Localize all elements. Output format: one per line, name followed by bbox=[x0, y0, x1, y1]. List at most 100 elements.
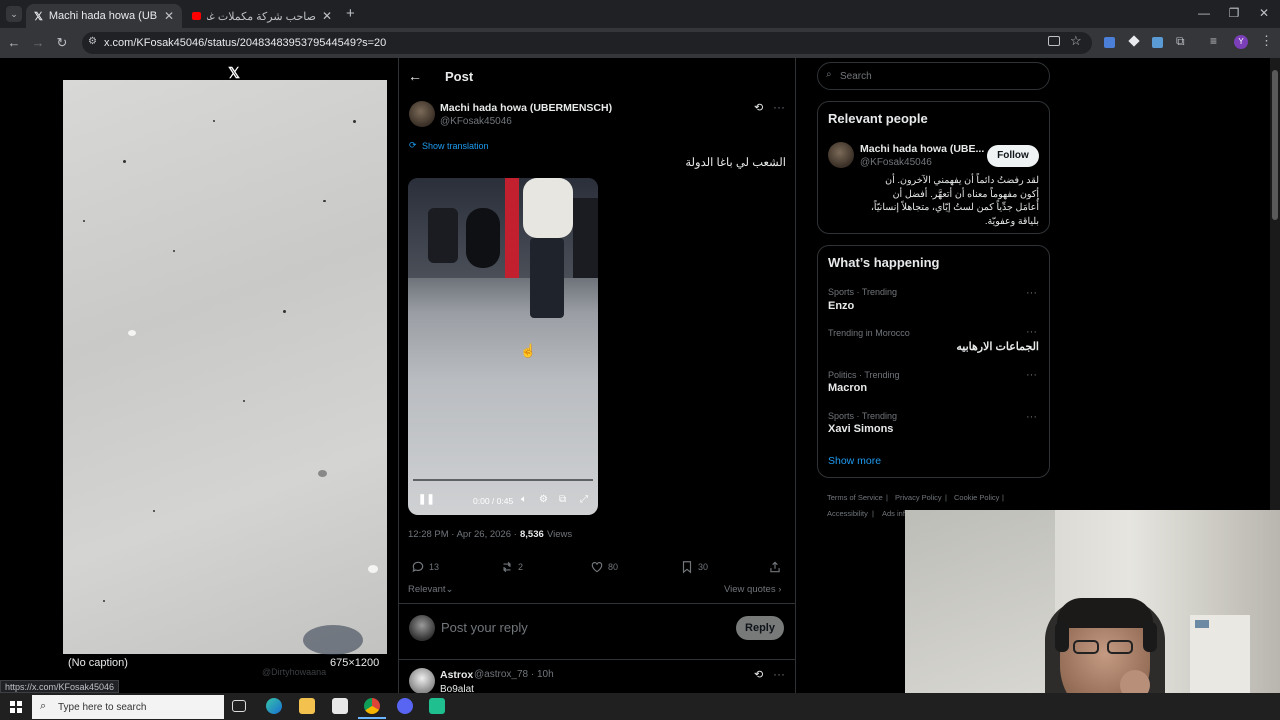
repost-action[interactable]: 2 bbox=[500, 560, 523, 574]
back-arrow-icon[interactable]: ← bbox=[408, 68, 422, 84]
footer-link[interactable]: Accessibility bbox=[827, 509, 868, 518]
tab-close-icon[interactable]: ✕ bbox=[164, 9, 174, 23]
status-bar-url: https://x.com/KFosak45046 bbox=[0, 680, 120, 693]
reply-icon bbox=[412, 561, 424, 573]
author-handle[interactable]: @KFosak45046 bbox=[440, 116, 512, 127]
author-avatar[interactable] bbox=[409, 101, 435, 127]
profile-avatar-icon[interactable]: Y bbox=[1234, 35, 1248, 49]
heart-icon bbox=[591, 562, 603, 573]
browser-menu-icon[interactable]: ⋮ bbox=[1260, 33, 1273, 49]
store-icon[interactable] bbox=[332, 698, 348, 714]
show-more-link[interactable]: Show more bbox=[828, 455, 881, 467]
reading-list-icon[interactable]: ≡ bbox=[1210, 34, 1217, 48]
cursor-hand-icon: ☝ bbox=[520, 343, 537, 358]
trend-meta: Politics · Trending bbox=[828, 370, 900, 380]
post-timestamp[interactable]: 12:28 PM · Apr 26, 2026 · bbox=[408, 529, 517, 540]
relevant-person-handle[interactable]: @KFosak45046 bbox=[860, 157, 932, 168]
footer-link[interactable]: Privacy Policy bbox=[895, 493, 942, 502]
bookmark-star-icon[interactable]: ☆ bbox=[1070, 33, 1082, 49]
bio-line: أكون مفهوماً معناه أن أتعهَّر. أفضل أن bbox=[892, 188, 1039, 200]
video-player[interactable]: ❚❚ 0:00 / 0:45 🔈︎ ⚙ ⧉ ⤢ bbox=[408, 178, 598, 515]
tab-youtube[interactable]: صاحب شركة مكملات غذائية يواج ✕ bbox=[184, 4, 340, 28]
extension-blue-icon[interactable] bbox=[1152, 37, 1163, 48]
bookmark-action[interactable]: 30 bbox=[680, 560, 708, 574]
pause-icon[interactable]: ❚❚ bbox=[418, 494, 435, 505]
footer-divider: | bbox=[886, 493, 888, 502]
follow-button[interactable]: Follow bbox=[987, 145, 1039, 167]
taskbar-search-input[interactable]: ⌕ Type here to search bbox=[32, 695, 224, 719]
extensions-puzzle-icon[interactable]: ⧉ bbox=[1176, 34, 1185, 49]
trend-name: الجماعات الارهابيه bbox=[956, 341, 1039, 353]
settings-gear-icon[interactable]: ⚙ bbox=[539, 494, 548, 505]
new-tab-button[interactable]: + bbox=[346, 5, 355, 22]
translate-extension-icon[interactable] bbox=[1104, 37, 1115, 48]
reply-input[interactable]: Post your reply bbox=[441, 620, 528, 635]
sort-replies-dropdown[interactable]: Relevant⌄ bbox=[408, 584, 453, 595]
bio-line: أُعامَل جدِّياً كمن لستُ إيّاي، متجاهلاً… bbox=[870, 202, 1039, 213]
author-name[interactable]: Machi hada howa (UBERMENSCH) bbox=[440, 102, 612, 114]
tab-title: Machi hada howa (UBERMENSC bbox=[48, 10, 158, 22]
tab-x-post[interactable]: 𝕏 Machi hada howa (UBERMENSC ✕ bbox=[26, 4, 182, 28]
view-quotes-label: View quotes bbox=[724, 584, 776, 595]
footer-link[interactable]: Terms of Service bbox=[827, 493, 883, 502]
reply-action[interactable]: 13 bbox=[411, 560, 439, 574]
more-options-icon[interactable]: ··· bbox=[773, 100, 785, 114]
forward-icon[interactable]: → bbox=[28, 33, 48, 53]
trend-more-icon[interactable]: ··· bbox=[1026, 411, 1037, 423]
media-image[interactable] bbox=[63, 80, 387, 655]
tab-close-icon[interactable]: ✕ bbox=[322, 9, 332, 23]
file-explorer-icon[interactable] bbox=[299, 698, 315, 714]
show-translation-link[interactable]: Show translation bbox=[422, 141, 489, 151]
reload-icon[interactable]: ↻ bbox=[52, 33, 72, 53]
trend-more-icon[interactable]: ··· bbox=[1026, 287, 1037, 299]
footer-link[interactable]: Cookie Policy bbox=[954, 493, 999, 502]
picture-in-picture-icon[interactable]: ⧉ bbox=[559, 494, 566, 505]
reply-more-options-icon[interactable]: ··· bbox=[773, 667, 785, 681]
task-view-icon[interactable] bbox=[232, 700, 246, 712]
trend-item[interactable]: Trending in Morocco الجماعات الارهابيه ·… bbox=[818, 325, 1049, 365]
share-action[interactable] bbox=[768, 560, 782, 574]
site-info-icon[interactable]: ⚙ bbox=[88, 36, 97, 47]
fullscreen-icon[interactable]: ⤢ bbox=[580, 494, 588, 505]
trend-more-icon[interactable]: ··· bbox=[1026, 326, 1037, 338]
bookmark-count: 30 bbox=[698, 562, 709, 572]
tab-search-button[interactable]: ⌄ bbox=[6, 6, 22, 22]
trend-item[interactable]: Sports · Trending Enzo ··· bbox=[818, 283, 1049, 323]
app-green-icon[interactable] bbox=[429, 698, 445, 714]
volume-icon[interactable]: 🔈︎ bbox=[521, 494, 527, 505]
reply-author-avatar[interactable] bbox=[409, 668, 435, 694]
relevant-person-name[interactable]: Machi hada howa (UBE... bbox=[860, 143, 984, 155]
scrollbar-thumb[interactable] bbox=[1272, 70, 1278, 220]
translate-icon: ⟳ bbox=[409, 140, 417, 150]
restore-icon[interactable]: ❐ bbox=[1224, 6, 1244, 20]
windows-start-icon[interactable] bbox=[10, 701, 22, 713]
reply-author-handle[interactable]: @astrox_78 · 10h bbox=[474, 669, 554, 680]
share-icon bbox=[770, 561, 780, 573]
divider bbox=[398, 659, 796, 660]
divider bbox=[398, 603, 796, 604]
trend-item[interactable]: Sports · Trending Xavi Simons ··· bbox=[818, 408, 1049, 448]
relevant-person-avatar[interactable] bbox=[828, 142, 854, 168]
search-input[interactable]: ⌕ Search bbox=[817, 62, 1050, 90]
edge-icon[interactable] bbox=[266, 698, 282, 714]
grok-icon[interactable]: ⟲ bbox=[754, 101, 763, 114]
reply-author-name[interactable]: Astrox bbox=[440, 669, 473, 681]
install-icon[interactable] bbox=[1048, 36, 1060, 46]
reply-button[interactable]: Reply bbox=[736, 616, 784, 640]
views-label: Views bbox=[547, 529, 573, 540]
chrome-icon[interactable] bbox=[364, 698, 380, 714]
repost-count: 2 bbox=[518, 562, 524, 572]
reply-grok-icon[interactable]: ⟲ bbox=[754, 668, 763, 681]
view-quotes-link[interactable]: View quotes › bbox=[724, 584, 781, 595]
trend-item[interactable]: Politics · Trending Macron ··· bbox=[818, 366, 1049, 406]
x-logo-icon[interactable]: 𝕏 bbox=[228, 64, 240, 82]
like-action[interactable]: 80 bbox=[590, 560, 618, 574]
back-icon[interactable]: ← bbox=[4, 33, 24, 53]
minimize-icon[interactable]: — bbox=[1194, 6, 1214, 20]
window-close-icon[interactable]: ✕ bbox=[1254, 6, 1274, 20]
address-bar[interactable]: ⚙ x.com/KFosak45046/status/2048348395379… bbox=[82, 32, 1092, 54]
trend-meta: Sports · Trending bbox=[828, 411, 898, 421]
footer-divider: | bbox=[1002, 493, 1004, 502]
trend-more-icon[interactable]: ··· bbox=[1026, 369, 1037, 381]
discord-like-icon[interactable] bbox=[397, 698, 413, 714]
